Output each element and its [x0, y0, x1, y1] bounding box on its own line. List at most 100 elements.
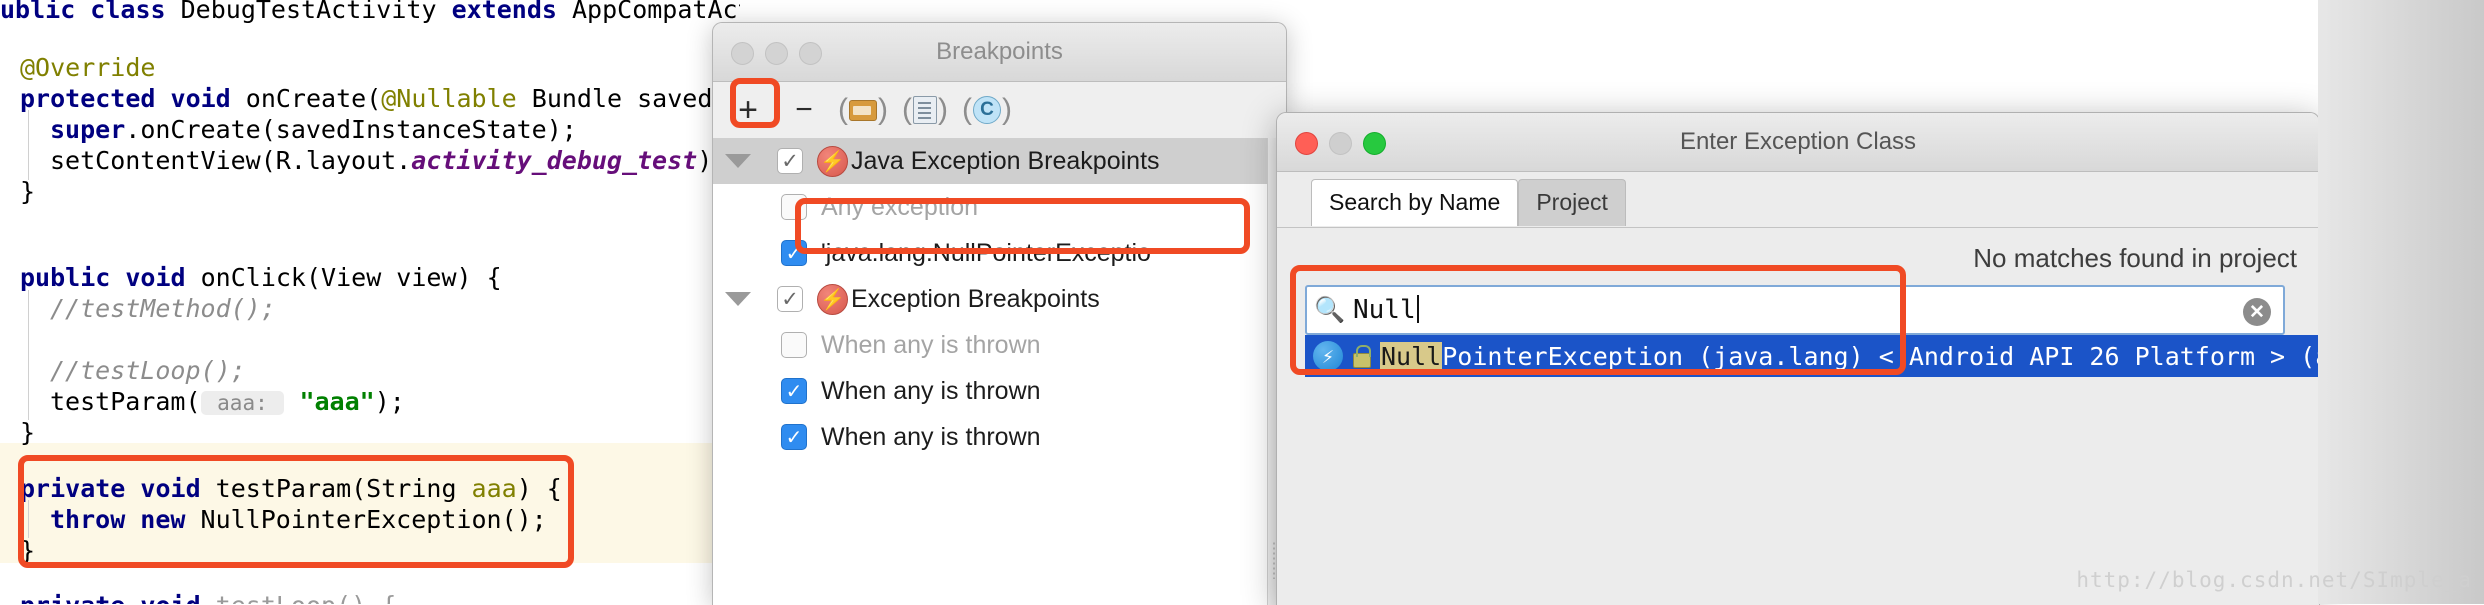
- indent-guide-1: [28, 110, 29, 180]
- indent-guide-3: [28, 500, 29, 538]
- code-token: "aaa": [299, 387, 375, 416]
- breakpoint-checkbox[interactable]: ✓: [763, 148, 817, 174]
- class-icon: ⚡: [1313, 341, 1343, 371]
- enter-exception-class-window[interactable]: Enter Exception Class Search by Name Pro…: [1276, 112, 2320, 605]
- code-token: ublic class: [0, 0, 181, 24]
- paren-right: ): [938, 93, 948, 126]
- search-text: Null: [1353, 295, 1416, 325]
- code-line: public void onClick(View view) {: [20, 262, 502, 293]
- checkbox-box[interactable]: ✓: [777, 286, 803, 312]
- breakpoint-label: When any is thrown: [821, 422, 1041, 451]
- suggestion-location: < Android API 26 Platform > (andro: [1878, 341, 2319, 371]
- suggestion-row[interactable]: ⚡ Null PointerException (java.lang) < And…: [1305, 335, 2319, 377]
- watermark: http://blog.csdn.net/SImple_a: [2076, 568, 2472, 592]
- breakpoints-title: Breakpoints: [936, 38, 1063, 65]
- code-token: ) {: [516, 474, 562, 503]
- code-line: }: [20, 176, 35, 207]
- code-token: testLoop() {: [216, 591, 397, 604]
- folder-icon-button[interactable]: ( ): [837, 89, 889, 131]
- desktop-right-strip: [2318, 0, 2484, 604]
- code-token: );: [374, 387, 405, 416]
- breakpoint-row[interactable]: ✓ When any is thrown: [713, 368, 1268, 414]
- breakpoint-row[interactable]: When any is thrown: [713, 322, 1268, 368]
- breakpoints-window[interactable]: Breakpoints + − ( ) ( ) ( C ) ✓ ⚡ Java Exc…: [712, 22, 1287, 605]
- breakpoint-label: Java Exception Breakpoints: [851, 146, 1160, 175]
- add-breakpoint-button[interactable]: +: [725, 89, 771, 131]
- code-token: setContentView(R.layout.: [50, 146, 412, 175]
- code-line: //testMethod();: [50, 293, 276, 324]
- checkbox-box[interactable]: [781, 194, 807, 220]
- code-token: super: [50, 115, 126, 144]
- code-token: extends: [451, 0, 572, 24]
- code-token: AppCompatActivity {: [571, 0, 740, 24]
- no-matches-status: No matches found in project: [1973, 243, 2297, 273]
- checkbox-box[interactable]: ✓: [781, 240, 807, 266]
- code-token: throw new: [50, 505, 201, 534]
- code-token: .onCreate(savedInstanceState);: [125, 115, 577, 144]
- code-token: protected void: [20, 84, 246, 113]
- breakpoint-checkbox[interactable]: [767, 194, 821, 220]
- breakpoint-row[interactable]: ✓ ⚡ Exception Breakpoints: [713, 276, 1268, 322]
- paren-left: (: [962, 93, 972, 126]
- code-line: private void testParam(String aaa) {: [20, 473, 562, 504]
- code-token: //testMethod();: [50, 294, 276, 323]
- code-line: private void testLoop() {: [20, 590, 396, 604]
- chevron-down-icon[interactable]: [713, 292, 763, 306]
- checkbox-box[interactable]: ✓: [781, 378, 807, 404]
- search-input[interactable]: 🔍 Null ✕: [1305, 285, 2285, 335]
- breakpoints-titlebar[interactable]: Breakpoints: [713, 23, 1286, 82]
- checkbox-box[interactable]: ✓: [781, 424, 807, 450]
- breakpoint-row[interactable]: ✓ When any is thrown: [713, 414, 1268, 460]
- breakpoint-label: When any is thrown: [821, 330, 1041, 359]
- breakpoint-label: Exception Breakpoints: [851, 284, 1100, 313]
- breakpoint-checkbox[interactable]: ✓: [767, 378, 821, 404]
- breakpoint-row[interactable]: ✓ ⚡ Java Exception Breakpoints: [713, 138, 1268, 184]
- breakpoint-label: 'java.lang.NullPointerExceptio: [821, 238, 1151, 267]
- code-token: public void: [20, 263, 201, 292]
- code-token: aaa:: [200, 391, 285, 415]
- code-token: testParam(: [50, 387, 201, 416]
- code-token: //testLoop();: [50, 356, 246, 385]
- code-token: NullPointerException();: [200, 505, 547, 534]
- document-icon: [913, 96, 937, 124]
- breakpoint-checkbox[interactable]: ✓: [767, 240, 821, 266]
- breakpoint-checkbox[interactable]: [767, 332, 821, 358]
- checkbox-box[interactable]: [781, 332, 807, 358]
- class-icon-button[interactable]: ( C ): [961, 89, 1013, 131]
- paren-left: (: [838, 93, 848, 126]
- code-token: }: [20, 418, 36, 447]
- breakpoint-label: Any exception: [821, 192, 979, 221]
- checkbox-box[interactable]: ✓: [777, 148, 803, 174]
- code-token: }: [20, 177, 36, 206]
- code-token: private void: [20, 591, 216, 604]
- code-token: DebugTestActivity: [180, 0, 452, 24]
- folder-icon: [849, 99, 877, 121]
- tab-search-by-name[interactable]: Search by Name: [1311, 179, 1519, 226]
- exception-dialog-titlebar[interactable]: Enter Exception Class: [1277, 113, 2319, 172]
- paren-right: ): [878, 93, 888, 126]
- breakpoint-row[interactable]: Any exception: [713, 184, 1268, 230]
- breakpoints-tree[interactable]: ✓ ⚡ Java Exception Breakpoints Any exceptio…: [713, 138, 1268, 605]
- tab-project[interactable]: Project: [1518, 179, 1626, 226]
- code-token: onClick(View view) {: [200, 263, 502, 292]
- exception-breakpoint-icon: ⚡: [817, 145, 848, 177]
- exception-dialog-tabs[interactable]: Search by Name Project: [1311, 179, 1626, 226]
- chevron-down-icon[interactable]: [713, 154, 763, 168]
- breakpoint-checkbox[interactable]: ✓: [763, 286, 817, 312]
- indent-guide-2: [28, 290, 29, 420]
- paren-right: ): [1002, 93, 1012, 126]
- document-icon-button[interactable]: ( ): [899, 89, 951, 131]
- clear-icon[interactable]: ✕: [2243, 298, 2271, 326]
- remove-breakpoint-button[interactable]: −: [781, 89, 827, 131]
- breakpoint-row[interactable]: ✓ 'java.lang.NullPointerExceptio: [713, 230, 1268, 276]
- code-line: protected void onCreate(@Nullable Bundle…: [20, 83, 740, 114]
- suggestion-match: Null: [1380, 341, 1443, 371]
- code-editor[interactable]: ublic class DebugTestActivity extends Ap…: [0, 0, 740, 604]
- breakpoint-checkbox[interactable]: ✓: [767, 424, 821, 450]
- code-token: onCreate(: [245, 84, 382, 113]
- triangle: [725, 292, 751, 306]
- code-line: }: [20, 417, 35, 448]
- breakpoints-toolbar[interactable]: + − ( ) ( ) ( C ): [713, 82, 1286, 139]
- breakpoint-label: When any is thrown: [821, 376, 1041, 405]
